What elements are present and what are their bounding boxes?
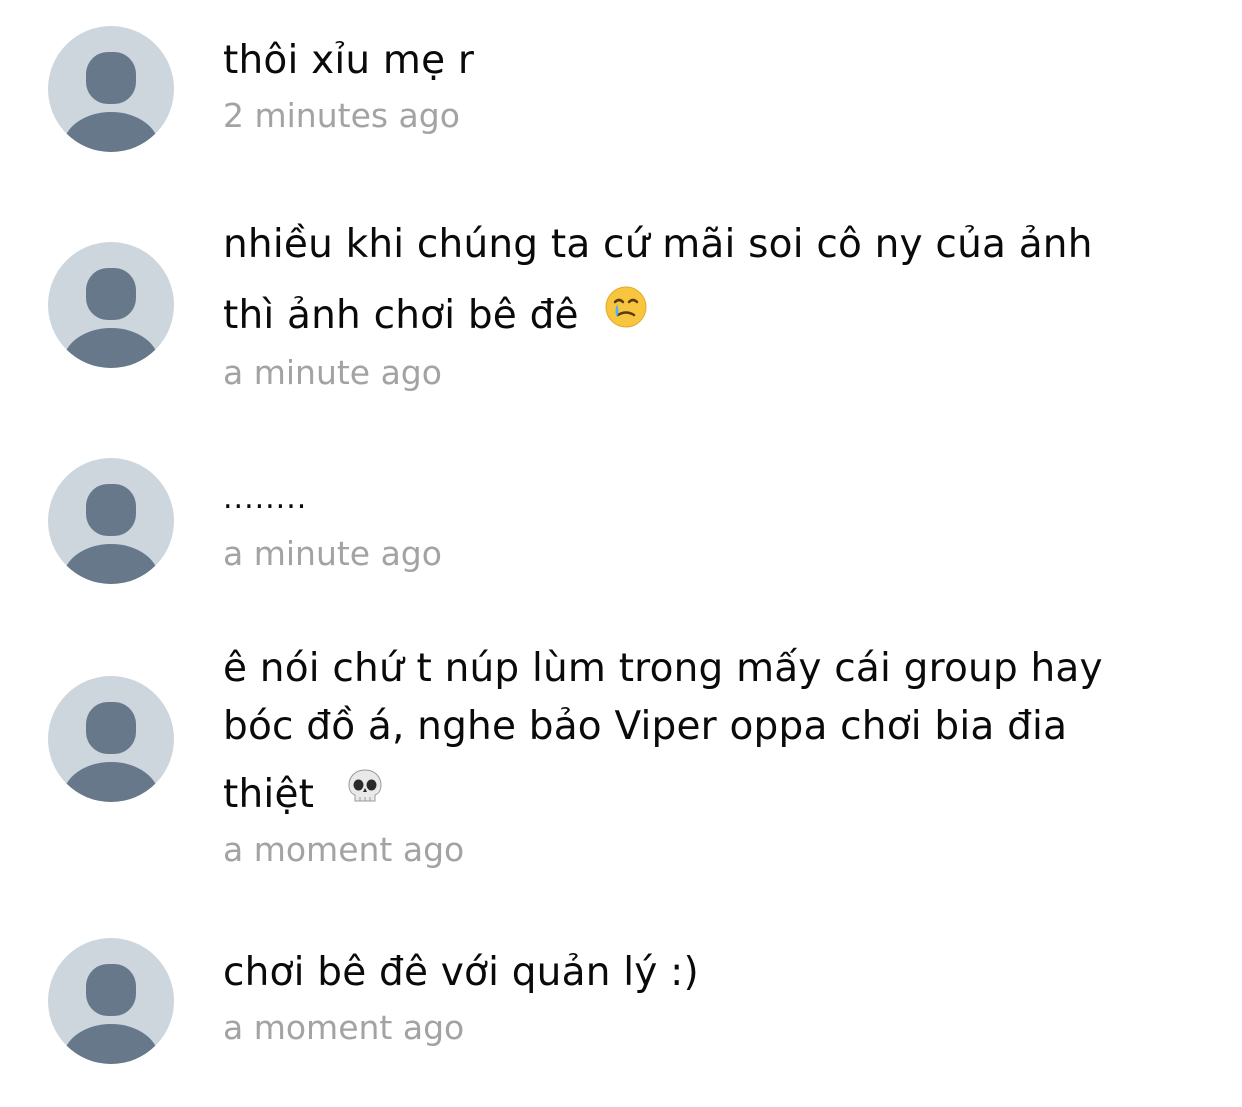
avatar-body-shape [63, 1024, 159, 1064]
comment-text: thôi xỉu mẹ r [223, 38, 475, 83]
crying-smile-emoji-icon [605, 277, 647, 355]
comment-timestamp: a moment ago [223, 829, 465, 869]
avatar-head-shape [86, 268, 136, 320]
avatar-body-shape [63, 112, 159, 152]
avatar[interactable] [48, 938, 174, 1064]
comment-timestamp: a minute ago [223, 352, 442, 392]
comment-timestamp: a minute ago [223, 534, 442, 573]
comment-text-line: ê nói chứ t núp lùm trong mấy cái group … [223, 646, 1103, 691]
avatar[interactable] [48, 458, 174, 584]
avatar[interactable] [48, 676, 174, 802]
comment-text-line: nhiều khi chúng ta cứ mãi soi cô ny của … [223, 222, 1093, 267]
skull-emoji-icon [345, 756, 385, 834]
comment-text: ........ [223, 481, 308, 516]
comment-text: chơi bê đê với quản lý :) [223, 950, 699, 995]
comment-timestamp: a moment ago [223, 1008, 465, 1047]
avatar-body-shape [63, 328, 159, 368]
comment-timestamp: 2 minutes ago [223, 96, 460, 135]
comment-text-segment: thì ảnh chơi bê đê [223, 293, 579, 338]
comment-text-line: thiệt [223, 756, 1213, 836]
avatar[interactable] [48, 26, 174, 152]
avatar-body-shape [63, 762, 159, 802]
comment-text-segment: thiệt [223, 772, 315, 817]
avatar-head-shape [86, 702, 136, 754]
avatar-head-shape [86, 484, 136, 536]
avatar[interactable] [48, 242, 174, 368]
avatar-body-shape [63, 544, 159, 584]
comment-text-line: bóc đồ á, nghe bảo Viper oppa chơi bia đ… [223, 704, 1068, 749]
comment-text-line: thì ảnh chơi bê đê [223, 277, 1213, 357]
avatar-head-shape [86, 52, 136, 104]
avatar-head-shape [86, 964, 136, 1016]
